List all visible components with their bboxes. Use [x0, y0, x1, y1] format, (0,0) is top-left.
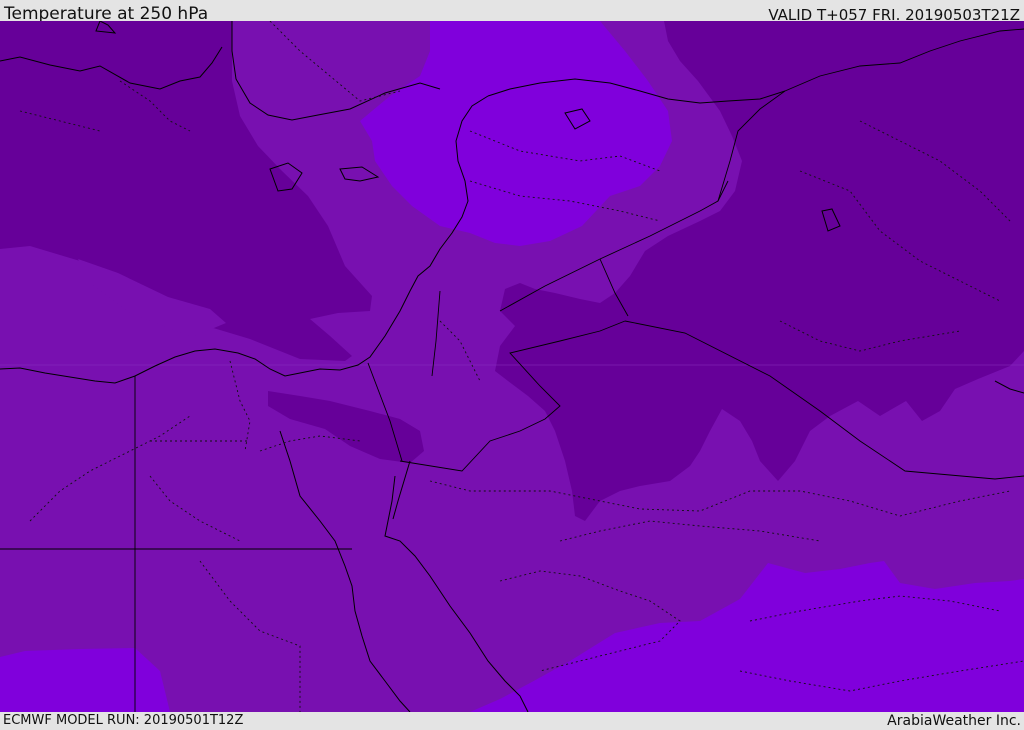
credit-label: ArabiaWeather Inc.	[887, 713, 1021, 729]
temperature-map	[0, 21, 1024, 712]
warm-region-south	[0, 648, 170, 712]
footer-bar: ECMWF MODEL RUN: 20190501T12Z ArabiaWeat…	[0, 712, 1024, 729]
model-run-label: ECMWF MODEL RUN: 20190501T12Z	[3, 713, 244, 728]
header-bar: Temperature at 250 hPa VALID T+057 FRI. …	[0, 0, 1024, 24]
